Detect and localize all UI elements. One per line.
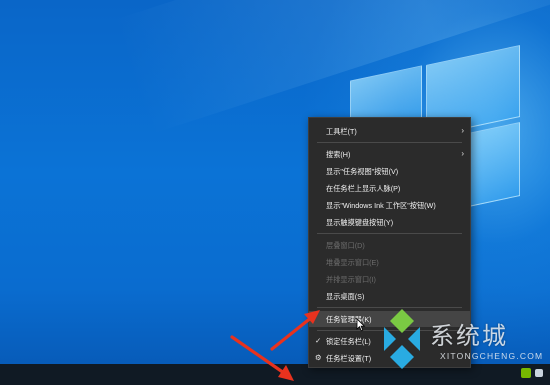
menu-separator bbox=[317, 233, 462, 234]
mouse-pointer-icon bbox=[356, 318, 366, 332]
menu-item-show-touch-keyboard-button[interactable]: 显示触摸键盘按钮(Y) bbox=[309, 214, 470, 230]
menu-item-label: 工具栏(T) bbox=[326, 127, 357, 136]
red-arrow-to-taskbar bbox=[230, 335, 294, 381]
menu-item-cascade-windows: 层叠窗口(D) bbox=[309, 237, 470, 253]
menu-separator bbox=[317, 142, 462, 143]
menu-item-label: 显示桌面(S) bbox=[326, 292, 365, 301]
menu-item-label: 显示"任务视图"按钮(V) bbox=[326, 167, 399, 176]
menu-item-label: 堆叠显示窗口(E) bbox=[326, 258, 379, 267]
menu-item-label: 锁定任务栏(L) bbox=[326, 337, 371, 346]
chevron-right-icon: › bbox=[461, 126, 464, 135]
watermark-en-text: XITONGCHENG.COM bbox=[440, 351, 544, 361]
menu-item-label: 搜索(H) bbox=[326, 150, 351, 159]
menu-item-show-people[interactable]: 在任务栏上显示人脉(P) bbox=[309, 180, 470, 196]
menu-item-show-windows-side-by-side: 并排显示窗口(I) bbox=[309, 271, 470, 287]
menu-item-label: 显示"Windows Ink 工作区"按钮(W) bbox=[326, 201, 436, 210]
menu-item-label: 在任务栏上显示人脉(P) bbox=[326, 184, 401, 193]
menu-item-toolbars[interactable]: 工具栏(T) › bbox=[309, 123, 470, 139]
menu-item-label: 层叠窗口(D) bbox=[326, 241, 365, 250]
menu-item-label: 任务栏设置(T) bbox=[326, 354, 372, 363]
menu-item-label: 显示触摸键盘按钮(Y) bbox=[326, 218, 394, 227]
menu-item-show-task-view-button[interactable]: 显示"任务视图"按钮(V) bbox=[309, 163, 470, 179]
watermark-cn-text: 系统城 bbox=[430, 322, 508, 350]
menu-item-show-windows-stacked: 堆叠显示窗口(E) bbox=[309, 254, 470, 270]
chevron-right-icon: › bbox=[461, 149, 464, 158]
menu-item-label: 并排显示窗口(I) bbox=[326, 275, 376, 284]
menu-item-search[interactable]: 搜索(H) › bbox=[309, 146, 470, 162]
menu-item-show-windows-ink-button[interactable]: 显示"Windows Ink 工作区"按钮(W) bbox=[309, 197, 470, 213]
menu-item-show-desktop[interactable]: 显示桌面(S) bbox=[309, 288, 470, 304]
